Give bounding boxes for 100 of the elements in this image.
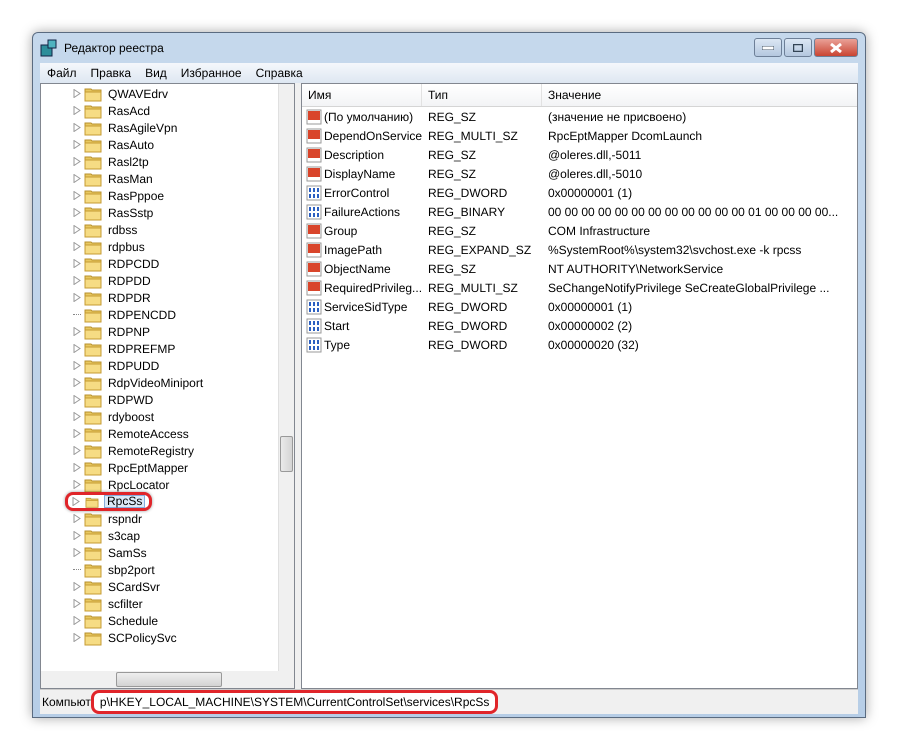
- tree-item[interactable]: RasMan: [105, 170, 156, 188]
- tree-item[interactable]: RDPUDD: [105, 356, 162, 374]
- expand-arrow-icon[interactable]: [73, 599, 81, 608]
- tree-item[interactable]: scfilter: [105, 594, 146, 612]
- tree-item[interactable]: RDPDD: [105, 272, 154, 290]
- minimize-button[interactable]: [754, 38, 782, 57]
- tree-item[interactable]: RDPENCDD: [105, 306, 180, 324]
- tree-item[interactable]: RpcLocator: [105, 476, 172, 494]
- registry-cubes-icon: [40, 39, 58, 57]
- expand-arrow-icon[interactable]: [73, 259, 81, 268]
- tree-item[interactable]: RasPppoe: [105, 186, 168, 204]
- tree-item[interactable]: rdbss: [105, 220, 140, 238]
- close-button[interactable]: [814, 38, 858, 57]
- expand-arrow-icon[interactable]: [73, 174, 81, 183]
- tree-item[interactable]: RasSstp: [105, 204, 156, 222]
- tree-item[interactable]: RasAcd: [105, 102, 154, 120]
- tree-item[interactable]: sbp2port: [105, 560, 158, 578]
- expand-arrow-icon[interactable]: [73, 225, 81, 234]
- expand-arrow-icon[interactable]: [73, 208, 81, 217]
- scroll-thumb[interactable]: [280, 436, 293, 472]
- menu-item[interactable]: Вид: [138, 66, 174, 80]
- value-name[interactable]: DependOnService: [324, 128, 422, 142]
- folder-icon: [84, 426, 102, 442]
- scroll-thumb[interactable]: [116, 672, 222, 687]
- column-header[interactable]: Значение: [542, 84, 857, 106]
- expand-arrow-icon[interactable]: [73, 463, 81, 472]
- value-name[interactable]: DisplayName: [324, 166, 396, 180]
- expand-arrow-icon[interactable]: [73, 276, 81, 285]
- tree-item[interactable]: rspndr: [105, 510, 146, 528]
- value-name[interactable]: (По умолчанию): [324, 110, 414, 124]
- string-value-icon: [306, 280, 322, 296]
- expand-arrow-icon[interactable]: [73, 412, 81, 421]
- tree-item[interactable]: SCardSvr: [105, 578, 164, 596]
- expand-arrow-icon[interactable]: [73, 480, 81, 489]
- tree-item[interactable]: Rasl2tp: [105, 152, 152, 170]
- expand-arrow-icon[interactable]: [73, 106, 81, 115]
- tree-item[interactable]: RdpVideoMiniport: [105, 374, 206, 392]
- expand-arrow-icon[interactable]: [73, 242, 81, 251]
- tree-item[interactable]: Schedule: [105, 612, 162, 630]
- tree-item[interactable]: RemoteAccess: [105, 424, 192, 442]
- expand-arrow-icon[interactable]: [73, 191, 81, 200]
- tree-item[interactable]: s3cap: [105, 526, 144, 544]
- tree-item[interactable]: RDPREFMP: [105, 340, 178, 358]
- expand-arrow-icon[interactable]: [73, 327, 81, 336]
- menu-item[interactable]: Файл: [40, 66, 84, 80]
- expand-arrow-icon[interactable]: [73, 293, 81, 302]
- tree-item[interactable]: rdyboost: [105, 408, 158, 426]
- expand-arrow-icon[interactable]: [73, 548, 81, 557]
- binary-value-icon: [306, 318, 322, 334]
- expand-arrow-icon[interactable]: [73, 140, 81, 149]
- expand-arrow-icon[interactable]: [73, 531, 81, 540]
- value-name[interactable]: Group: [324, 224, 358, 238]
- expand-arrow-icon[interactable]: [73, 633, 81, 642]
- expand-arrow-icon[interactable]: [73, 123, 81, 132]
- value-name[interactable]: Description: [324, 148, 384, 162]
- column-header[interactable]: Тип: [422, 84, 542, 106]
- value-name[interactable]: FailureActions: [324, 204, 400, 218]
- tree-item[interactable]: SamSs: [105, 544, 150, 562]
- expand-arrow-icon[interactable]: [73, 344, 81, 353]
- expand-arrow-icon[interactable]: [73, 157, 81, 166]
- tree-item[interactable]: RasAgileVpn: [105, 118, 180, 136]
- value-data: @oleres.dll,-5011: [547, 148, 642, 162]
- expand-arrow-icon[interactable]: [73, 89, 81, 98]
- maximize-button[interactable]: [784, 38, 812, 57]
- value-name[interactable]: ObjectName: [324, 262, 391, 276]
- value-name[interactable]: Start: [324, 318, 350, 332]
- expand-arrow-icon[interactable]: [73, 616, 81, 625]
- tree-item[interactable]: RpcEptMapper: [105, 458, 192, 476]
- menu-item[interactable]: Избранное: [174, 66, 249, 80]
- tree-item[interactable]: RasAuto: [105, 136, 158, 154]
- expand-arrow-icon[interactable]: [73, 429, 81, 438]
- menu-item[interactable]: Справка: [248, 66, 310, 80]
- expand-arrow-icon[interactable]: [73, 514, 81, 523]
- expand-arrow-icon[interactable]: [73, 361, 81, 370]
- value-name[interactable]: ErrorControl: [324, 186, 390, 200]
- menu-item[interactable]: Правка: [84, 66, 138, 80]
- tree-item[interactable]: QWAVEdrv: [105, 84, 172, 102]
- status-text: Компьют: [42, 695, 91, 709]
- expand-arrow-icon[interactable]: [73, 378, 81, 387]
- maximize-icon: [793, 44, 803, 52]
- tree-item[interactable]: rdpbus: [105, 238, 148, 256]
- value-name[interactable]: Type: [324, 338, 350, 352]
- tree-item[interactable]: SCPolicySvc: [105, 628, 180, 646]
- value-name[interactable]: ImagePath: [324, 242, 382, 256]
- tree-item[interactable]: RDPNP: [105, 322, 154, 340]
- tree-item[interactable]: RDPWD: [105, 390, 156, 408]
- tree-item[interactable]: RpcSs: [104, 495, 146, 508]
- vertical-scrollbar[interactable]: [278, 84, 294, 671]
- tree-item[interactable]: RDPDR: [105, 288, 154, 306]
- column-header[interactable]: Имя: [302, 84, 422, 106]
- value-name[interactable]: RequiredPrivileg...: [324, 280, 422, 294]
- expand-arrow-icon[interactable]: [73, 582, 81, 591]
- tree-item[interactable]: RemoteRegistry: [105, 442, 198, 460]
- string-value-icon: [306, 146, 322, 162]
- tree-item[interactable]: RDPCDD: [105, 254, 162, 272]
- expand-arrow-icon[interactable]: [73, 395, 81, 404]
- folder-icon: [84, 188, 102, 204]
- value-name[interactable]: ServiceSidType: [324, 300, 408, 314]
- expand-arrow-icon[interactable]: [72, 497, 80, 506]
- expand-arrow-icon[interactable]: [73, 446, 81, 455]
